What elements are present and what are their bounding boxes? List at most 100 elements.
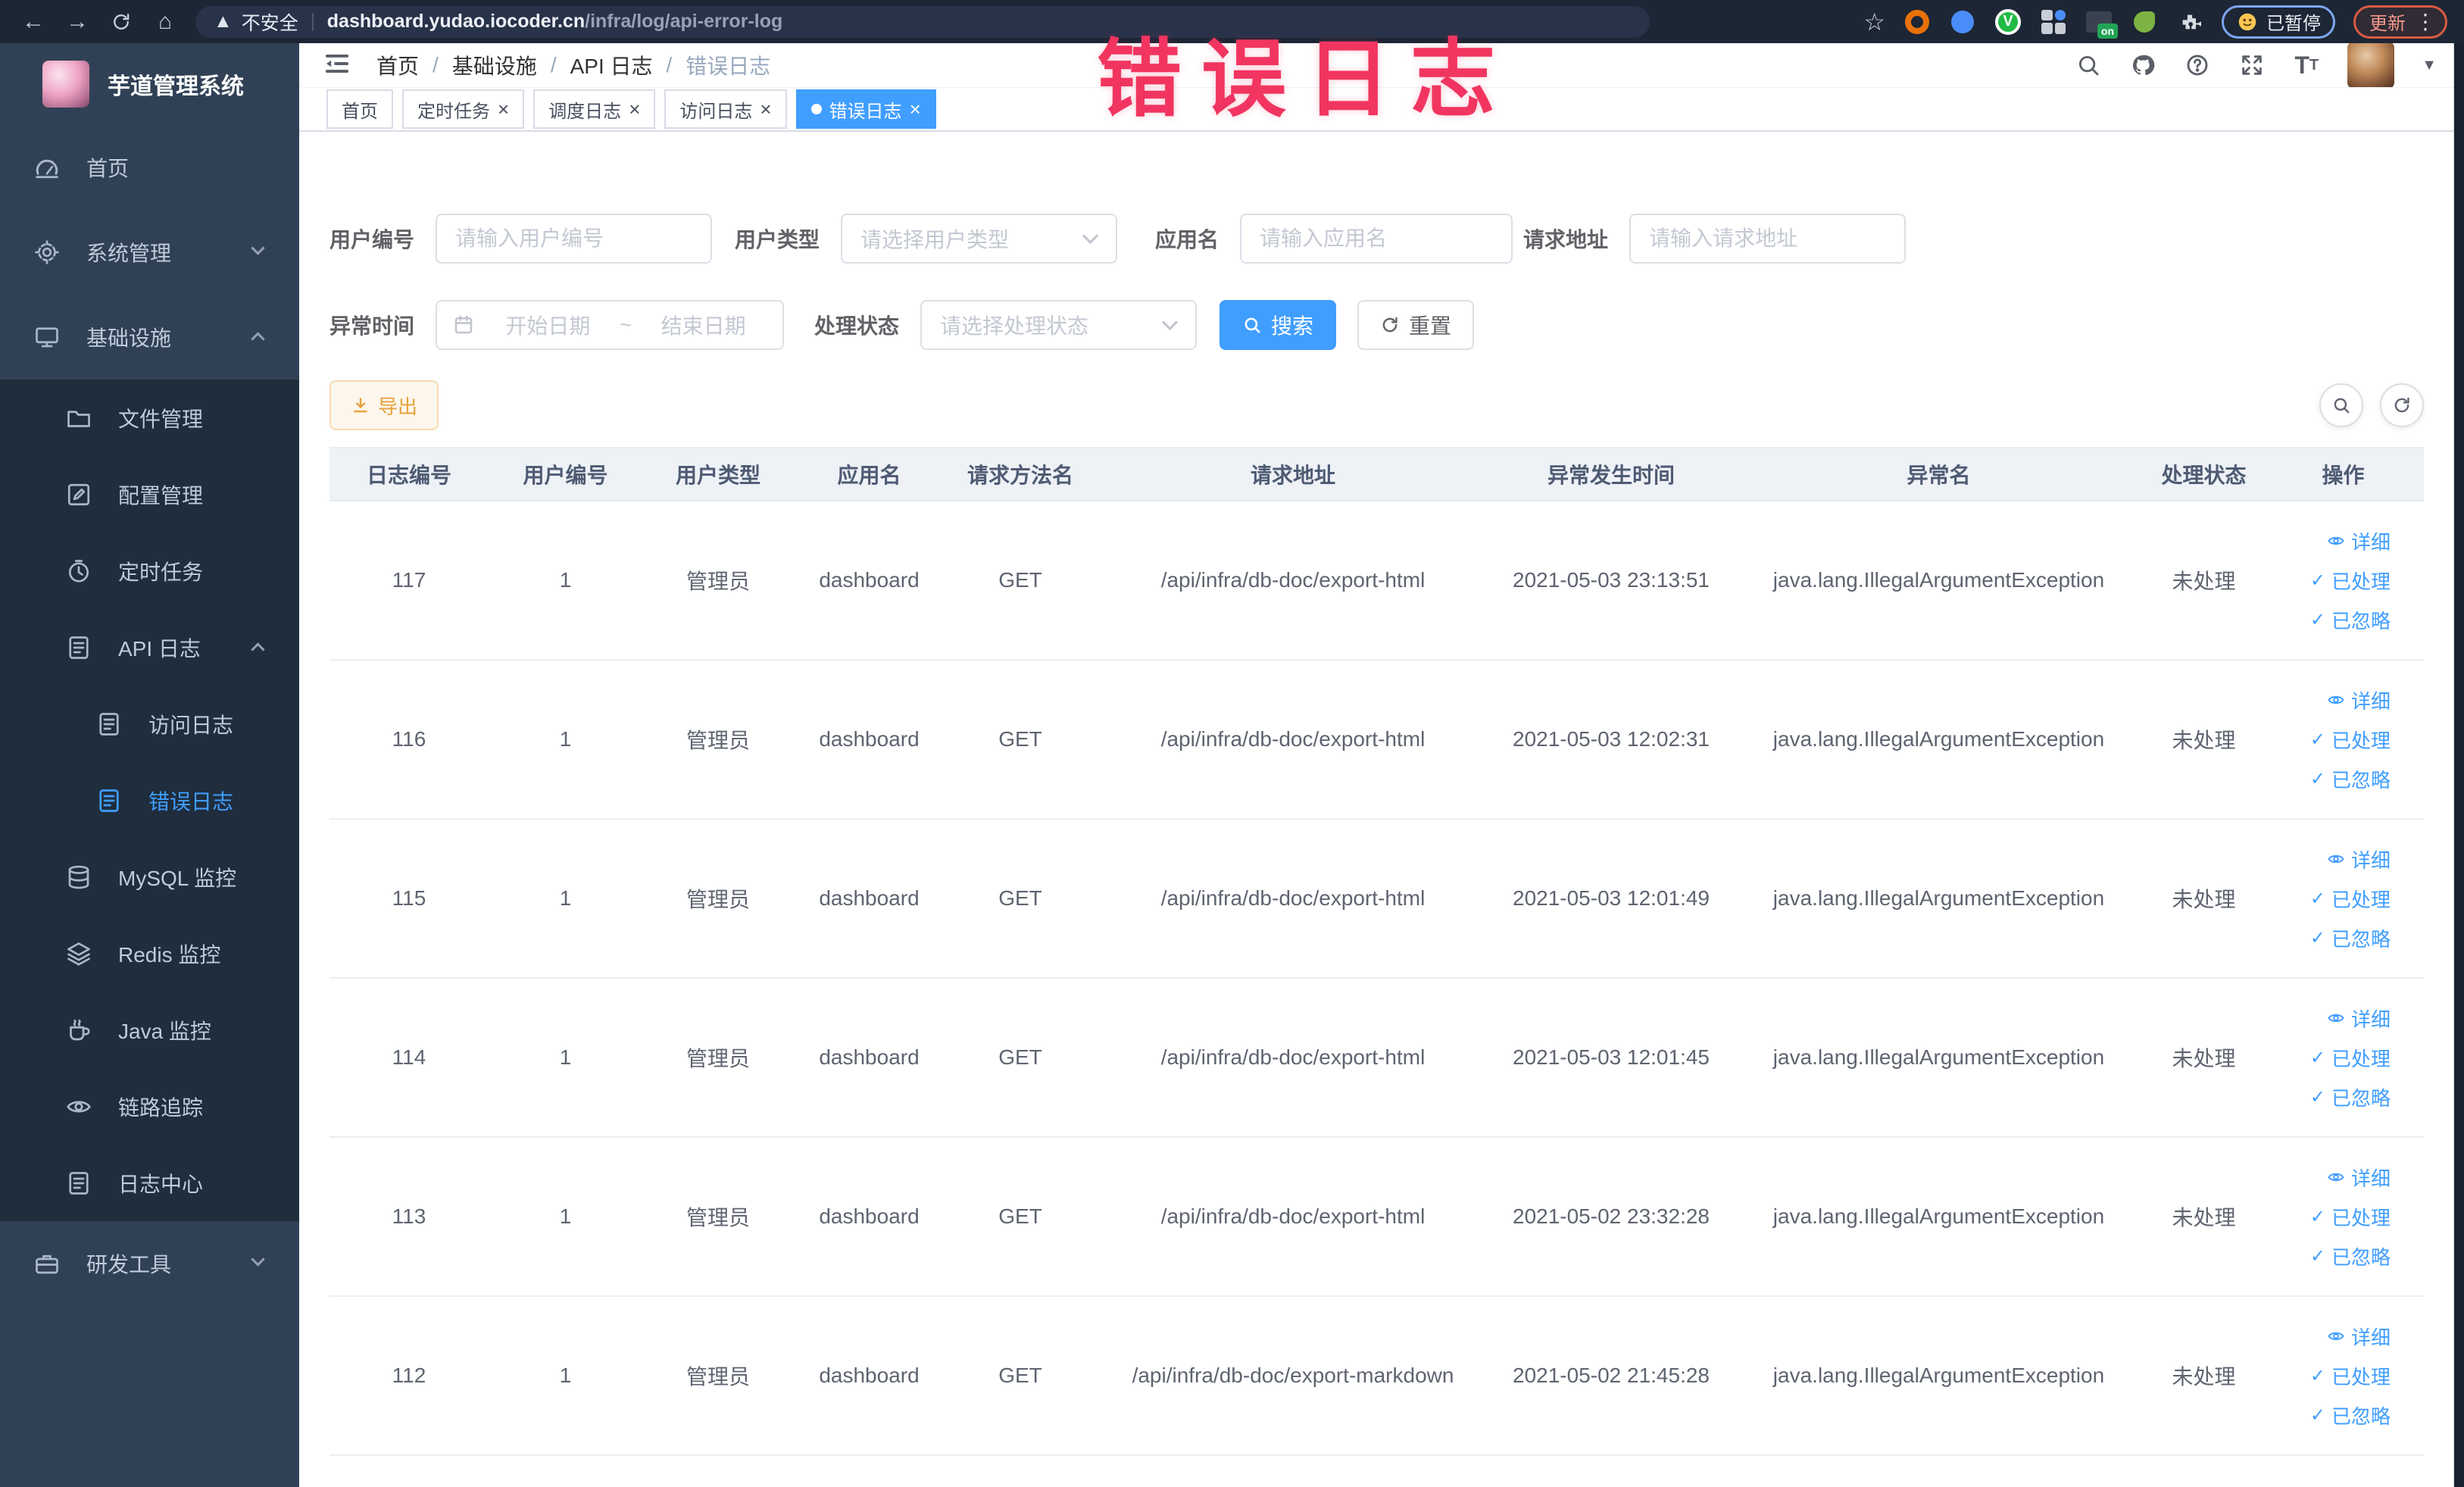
browser-update-button[interactable]: 更新 ⋮ [2353, 5, 2447, 39]
action-已忽略[interactable]: ✓ 已忽略 [2263, 1395, 2391, 1435]
extension-shield-icon[interactable] [1949, 8, 1976, 36]
close-icon[interactable]: × [498, 99, 509, 119]
action-已忽略[interactable]: ✓ 已忽略 [2263, 918, 2391, 957]
action-已处理[interactable]: ✓ 已处理 [2263, 1038, 2391, 1077]
toggle-search-button[interactable] [2319, 383, 2363, 427]
reset-button[interactable]: 重置 [1357, 300, 1475, 350]
action-详细[interactable]: 详细 [2263, 680, 2391, 720]
tab-错误日志[interactable]: 错误日志 × [795, 89, 936, 129]
column-header: 用户类型 [642, 448, 794, 501]
search-icon[interactable] [2075, 52, 2102, 79]
cell-time: 2021-05-03 12:02:31 [1490, 660, 1732, 820]
sidebar-item-redis[interactable]: Redis 监控 [0, 915, 299, 992]
cell-actions: 详细 ✓ 已处理 ✓ 已忽略 [2263, 819, 2424, 979]
export-button[interactable]: 导出 [329, 380, 439, 430]
request-url-label: 请求地址 [1523, 228, 1609, 251]
avatar[interactable] [2347, 42, 2395, 89]
paused-chip[interactable]: 已暂停 [2222, 5, 2335, 39]
tab-首页[interactable]: 首页 [326, 89, 393, 129]
action-详细[interactable]: 详细 [2263, 998, 2391, 1038]
folder-icon [65, 405, 92, 432]
sidebar-item-dev-tools[interactable]: 研发工具 [0, 1221, 299, 1306]
extension-proxy-grid-icon[interactable] [2040, 8, 2067, 36]
dashboard-icon [33, 154, 61, 181]
action-详细[interactable]: 详细 [2263, 839, 2391, 879]
process-status-select[interactable]: 请选择处理状态 [920, 300, 1198, 350]
cell-user-id: 1 [489, 1137, 642, 1297]
sidebar-item-api-log[interactable]: API 日志 [0, 609, 299, 686]
app-logo[interactable]: 芋道管理系统 [0, 43, 299, 125]
font-size-icon[interactable]: TT [2293, 52, 2320, 79]
home-icon[interactable]: ⌂ [145, 5, 185, 39]
action-已处理[interactable]: ✓ 已处理 [2263, 1197, 2391, 1236]
collapse-sidebar-icon[interactable] [323, 50, 354, 80]
paused-chip-label: 已暂停 [2266, 14, 2321, 34]
tab-访问日志[interactable]: 访问日志 × [664, 89, 787, 129]
refresh-table-button[interactable] [2380, 383, 2424, 427]
close-icon[interactable]: × [760, 99, 771, 119]
browser-menu-icon[interactable]: ⋮ [2415, 9, 2436, 34]
close-icon[interactable]: × [629, 99, 640, 119]
github-icon[interactable] [2129, 52, 2156, 79]
reload-icon[interactable] [101, 5, 141, 39]
bookmark-star-icon[interactable]: ☆ [1863, 8, 1885, 36]
eye-icon [2328, 854, 2344, 864]
action-已处理[interactable]: ✓ 已处理 [2263, 1356, 2391, 1395]
help-icon[interactable] [2184, 52, 2211, 79]
action-详细[interactable]: 详细 [2263, 1157, 2391, 1197]
user-id-input[interactable] [436, 214, 713, 264]
address-bar[interactable]: ▲ 不安全 dashboard.yudao.iocoder.cn/infra/l… [195, 5, 1650, 38]
sidebar-item-infra[interactable]: 基础设施 [0, 295, 299, 380]
extension-adblock-icon[interactable] [1903, 8, 1931, 36]
sidebar-item-system[interactable]: 系统管理 [0, 210, 299, 295]
chevron-down-icon [1161, 314, 1179, 331]
extensions-puzzle-icon[interactable] [2176, 8, 2203, 36]
action-已忽略[interactable]: ✓ 已忽略 [2263, 1077, 2391, 1117]
extension-vue-devtools-icon[interactable]: V [1994, 8, 2022, 36]
action-已处理[interactable]: ✓ 已处理 [2263, 720, 2391, 759]
window-scrollbar-strip[interactable] [2453, 43, 2464, 1487]
breadcrumb-item[interactable]: API 日志 [570, 50, 653, 80]
breadcrumb-item[interactable]: 首页 [376, 50, 419, 80]
tab-定时任务[interactable]: 定时任务 × [402, 89, 525, 129]
breadcrumb-item[interactable]: 基础设施 [452, 50, 537, 80]
action-已忽略[interactable]: ✓ 已忽略 [2263, 759, 2391, 798]
action-已忽略[interactable]: ✓ 已忽略 [2263, 1236, 2391, 1276]
sidebar-item-file[interactable]: 文件管理 [0, 380, 299, 456]
cell-actions: 详细 ✓ 已处理 ✓ 已忽略 [2263, 1137, 2424, 1297]
forward-icon[interactable]: → [58, 5, 97, 39]
tab-调度日志[interactable]: 调度日志 × [533, 89, 656, 129]
sidebar-item-home[interactable]: 首页 [0, 125, 299, 210]
sidebar-item-config[interactable]: 配置管理 [0, 456, 299, 533]
edit-icon [65, 481, 92, 508]
sidebar-item-log-center[interactable]: 日志中心 [0, 1145, 299, 1221]
sidebar-item-java[interactable]: Java 监控 [0, 992, 299, 1068]
sidebar-item-mysql[interactable]: MySQL 监控 [0, 839, 299, 915]
table-row: 115 1 管理员 dashboard GET/api/infra/db-doc/exp… [329, 819, 2424, 979]
sidebar-item-job[interactable]: 定时任务 [0, 533, 299, 609]
exception-time-range-picker[interactable]: 开始日期 ~ 结束日期 [436, 300, 785, 350]
action-详细[interactable]: 详细 [2263, 521, 2391, 561]
layers-icon [65, 940, 92, 967]
action-详细[interactable]: 详细 [2263, 1317, 2391, 1356]
extension-leaf-icon[interactable] [2131, 8, 2158, 36]
cell-time: 2021-05-03 23:13:51 [1490, 501, 1732, 661]
sidebar-item-trace[interactable]: 链路追踪 [0, 1068, 299, 1145]
user-type-select[interactable]: 请选择用户类型 [841, 214, 1118, 264]
action-已忽略[interactable]: ✓ 已忽略 [2263, 600, 2391, 639]
back-icon[interactable]: ← [14, 5, 53, 39]
cell-url: /api/infra/db-doc/export-markdown [1096, 1296, 1490, 1456]
app-name-input[interactable] [1240, 214, 1513, 264]
extension-switch-icon[interactable]: on [2085, 8, 2118, 39]
sidebar-item-access-log[interactable]: 访问日志 [0, 686, 299, 762]
close-icon[interactable]: × [910, 99, 921, 119]
action-已处理[interactable]: ✓ 已处理 [2263, 879, 2391, 918]
fullscreen-icon[interactable] [2238, 52, 2266, 79]
action-已处理[interactable]: ✓ 已处理 [2263, 561, 2391, 600]
sidebar-item-error-log[interactable]: 错误日志 [0, 762, 299, 839]
chevron-down-icon [251, 241, 265, 255]
avatar-caret-icon[interactable]: ▼ [2422, 57, 2437, 74]
request-url-input[interactable] [1629, 214, 1907, 264]
search-button[interactable]: 搜索 [1220, 300, 1337, 350]
cell-id: 115 [329, 819, 489, 979]
